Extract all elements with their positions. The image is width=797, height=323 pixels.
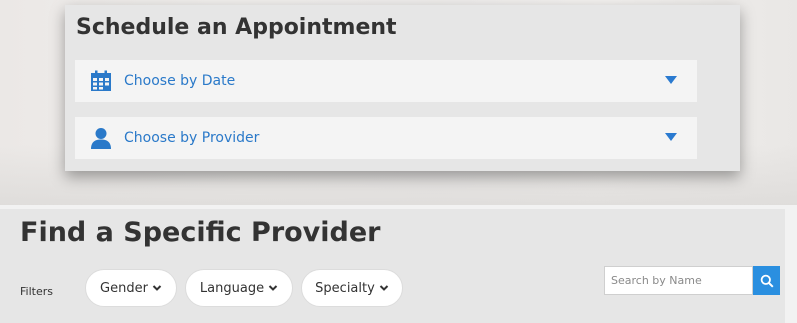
search-button[interactable] bbox=[753, 266, 780, 295]
schedule-title: Schedule an Appointment bbox=[76, 15, 397, 40]
gender-filter-button[interactable]: Gender bbox=[85, 269, 177, 307]
calendar-icon bbox=[90, 70, 112, 92]
choose-by-date-row[interactable]: Choose by Date bbox=[75, 60, 697, 102]
specialty-filter-label: Specialty bbox=[315, 280, 375, 296]
specialty-filter-button[interactable]: Specialty bbox=[301, 269, 403, 307]
gender-filter-label: Gender bbox=[100, 280, 148, 296]
caret-down-icon bbox=[665, 76, 677, 84]
chevron-down-icon bbox=[268, 285, 278, 291]
choose-by-provider-row[interactable]: Choose by Provider bbox=[75, 117, 697, 159]
search-by-name-input[interactable] bbox=[604, 266, 753, 295]
language-filter-button[interactable]: Language bbox=[185, 269, 293, 307]
schedule-appointment-panel: Schedule an Appointment Choose by Date C… bbox=[65, 5, 740, 171]
chevron-down-icon bbox=[379, 285, 389, 291]
search-icon bbox=[760, 274, 774, 288]
choose-by-date-label: Choose by Date bbox=[124, 73, 236, 89]
find-provider-title: Find a Specific Provider bbox=[20, 217, 381, 248]
chevron-down-icon bbox=[152, 285, 162, 291]
filters-label: Filters bbox=[20, 285, 53, 298]
person-icon bbox=[90, 127, 112, 149]
language-filter-label: Language bbox=[199, 280, 265, 296]
find-provider-panel: Find a Specific Provider Filters Gender … bbox=[0, 209, 785, 323]
choose-by-provider-label: Choose by Provider bbox=[124, 130, 260, 146]
caret-down-icon bbox=[665, 133, 677, 141]
